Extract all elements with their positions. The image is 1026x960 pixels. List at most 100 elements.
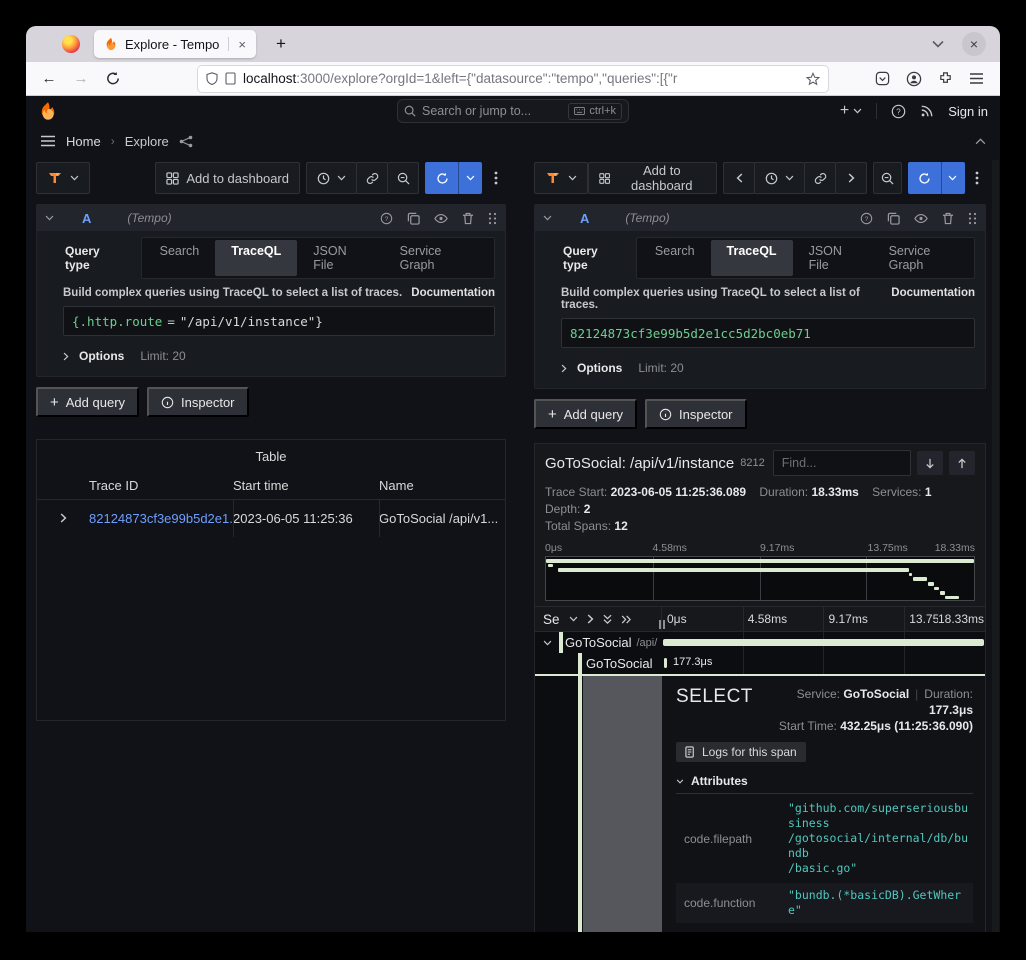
tab-traceql[interactable]: TraceQL <box>711 240 793 276</box>
tracking-shield-icon[interactable] <box>206 72 218 85</box>
documentation-link[interactable]: Documentation <box>411 287 495 299</box>
span-row-root[interactable]: GoToSocial /api/ <box>535 632 985 653</box>
time-picker-button-right[interactable] <box>754 162 805 194</box>
attributes-accordion[interactable]: Attributes <box>676 774 973 794</box>
tab-json-file[interactable]: JSON File <box>793 240 873 276</box>
share-icon[interactable] <box>179 135 193 148</box>
span-duration-bar[interactable] <box>664 658 667 668</box>
collapse-caret-icon[interactable] <box>975 138 986 145</box>
drag-handle-icon[interactable] <box>968 212 977 225</box>
url-bar[interactable]: localhost:3000/explore?orgId=1&left={"da… <box>198 66 828 92</box>
attribute-row[interactable]: code.function"bundb.(*basicDB).GetWhere" <box>676 883 973 923</box>
attribute-row[interactable]: code.filepath"github.com/superseriousbus… <box>676 796 973 881</box>
expand-all-icon[interactable] <box>621 615 632 624</box>
query-options-right[interactable]: Options Limit: 20 <box>561 356 975 380</box>
reload-button[interactable] <box>100 71 126 86</box>
column-header-name[interactable]: Name <box>379 478 505 493</box>
pane-kebab-menu-right[interactable] <box>969 162 987 194</box>
time-picker-button-left[interactable] <box>306 162 357 194</box>
row-expander-icon[interactable] <box>37 511 89 526</box>
span-row-selected[interactable]: GoToSocial 177.3μs <box>535 653 985 674</box>
bookmark-star-icon[interactable] <box>806 72 820 86</box>
query-ref-id[interactable]: A <box>580 211 589 226</box>
tab-service-graph[interactable]: Service Graph <box>873 240 972 276</box>
documentation-link[interactable]: Documentation <box>891 287 975 311</box>
trace-find-input[interactable] <box>773 450 911 476</box>
tab-json-file[interactable]: JSON File <box>297 240 383 276</box>
trace-id-link[interactable]: 82124873cf3e99b5d2e1... <box>89 511 233 526</box>
page-scrollbar[interactable] <box>992 160 999 932</box>
find-prev-button[interactable] <box>949 451 975 475</box>
traceql-query-input-left[interactable]: {.http.route = "/api/v1/instance"} <box>63 306 495 336</box>
attribute-row[interactable]: code.lineno58 <box>676 925 973 932</box>
grafana-logo[interactable] <box>38 101 58 121</box>
add-query-button-left[interactable]: +Add query <box>36 387 139 417</box>
page-info-icon[interactable] <box>225 72 236 85</box>
query-help-icon[interactable]: ? <box>380 212 393 225</box>
traceql-query-input-right[interactable]: 82124873cf3e99b5d2e1cc5d2bc0eb71 <box>561 318 975 348</box>
chevron-down-icon[interactable] <box>569 616 578 622</box>
run-query-button-right[interactable] <box>908 162 942 194</box>
tab-traceql[interactable]: TraceQL <box>215 240 297 276</box>
tab-search[interactable]: Search <box>639 240 711 276</box>
inspector-button-right[interactable]: Inspector <box>645 399 746 429</box>
run-query-dropdown-left[interactable] <box>458 162 482 194</box>
find-next-button[interactable] <box>917 451 943 475</box>
forward-button[interactable]: → <box>68 70 94 87</box>
span-duration-bar[interactable] <box>663 639 983 646</box>
add-to-dashboard-button-left[interactable]: Add to dashboard <box>155 162 300 194</box>
back-button[interactable]: ← <box>36 70 62 87</box>
pane-kebab-menu-left[interactable] <box>486 162 506 194</box>
table-row[interactable]: 82124873cf3e99b5d2e1... 2023-06-05 11:25… <box>37 499 505 537</box>
zoom-out-button-left[interactable] <box>387 162 419 194</box>
search-input[interactable]: Search or jump to... ctrl+k <box>397 99 629 123</box>
chevron-down-icon[interactable] <box>543 640 552 646</box>
query-help-icon[interactable]: ? <box>860 212 873 225</box>
inspector-button-left[interactable]: Inspector <box>147 387 248 417</box>
collapse-all-icon[interactable] <box>603 614 612 625</box>
tab-close-icon[interactable]: × <box>236 37 248 52</box>
datasource-picker-right[interactable] <box>534 162 588 194</box>
delete-query-trash-icon[interactable] <box>462 212 474 225</box>
news-rss-icon[interactable] <box>920 104 934 118</box>
duplicate-query-icon[interactable] <box>887 212 900 225</box>
account-icon[interactable] <box>906 71 922 87</box>
chevron-down-icon[interactable] <box>543 215 552 221</box>
chevron-down-icon[interactable] <box>45 215 54 221</box>
link-split-button-right[interactable] <box>804 162 836 194</box>
add-query-button-right[interactable]: +Add query <box>534 399 637 429</box>
shield-badge-icon[interactable] <box>875 71 890 86</box>
duplicate-query-icon[interactable] <box>407 212 420 225</box>
disable-query-eye-icon[interactable] <box>434 213 448 224</box>
query-row-header-left[interactable]: A (Tempo) ? <box>37 205 505 231</box>
tab-search[interactable]: Search <box>144 240 216 276</box>
column-header-trace-id[interactable]: Trace ID <box>89 478 233 493</box>
run-query-button-left[interactable] <box>425 162 459 194</box>
table-panel-title[interactable]: Table <box>37 440 505 474</box>
query-options-left[interactable]: Options Limit: 20 <box>63 344 495 368</box>
window-close-button[interactable]: × <box>962 32 986 56</box>
extensions-icon[interactable] <box>938 71 953 86</box>
disable-query-eye-icon[interactable] <box>914 213 928 224</box>
add-to-dashboard-button-right[interactable]: Add to dashboard <box>588 162 717 194</box>
logs-for-span-button[interactable]: Logs for this span <box>676 742 806 762</box>
url-text[interactable]: localhost:3000/explore?orgId=1&left={"da… <box>243 71 799 86</box>
datasource-picker-left[interactable] <box>36 162 90 194</box>
shift-time-back-button[interactable] <box>723 162 755 194</box>
sign-in-button[interactable]: Sign in <box>948 104 988 119</box>
query-ref-id[interactable]: A <box>82 211 91 226</box>
add-menu-button[interactable]: + <box>840 102 862 120</box>
zoom-out-button-right[interactable] <box>873 162 901 194</box>
tab-list-chevron-icon[interactable] <box>932 40 944 48</box>
shift-time-forward-button[interactable] <box>835 162 867 194</box>
browser-tab[interactable]: Explore - Tempo × <box>94 30 256 58</box>
new-tab-button[interactable]: + <box>268 32 294 56</box>
link-split-button-left[interactable] <box>356 162 388 194</box>
tab-service-graph[interactable]: Service Graph <box>384 240 492 276</box>
run-query-dropdown-right[interactable] <box>941 162 965 194</box>
query-row-header-right[interactable]: A (Tempo) ? <box>535 205 985 231</box>
service-operation-header[interactable]: Se <box>543 612 560 627</box>
column-header-start-time[interactable]: Start time <box>233 478 379 493</box>
mega-menu-icon[interactable] <box>40 135 56 147</box>
drag-handle-icon[interactable] <box>488 212 497 225</box>
